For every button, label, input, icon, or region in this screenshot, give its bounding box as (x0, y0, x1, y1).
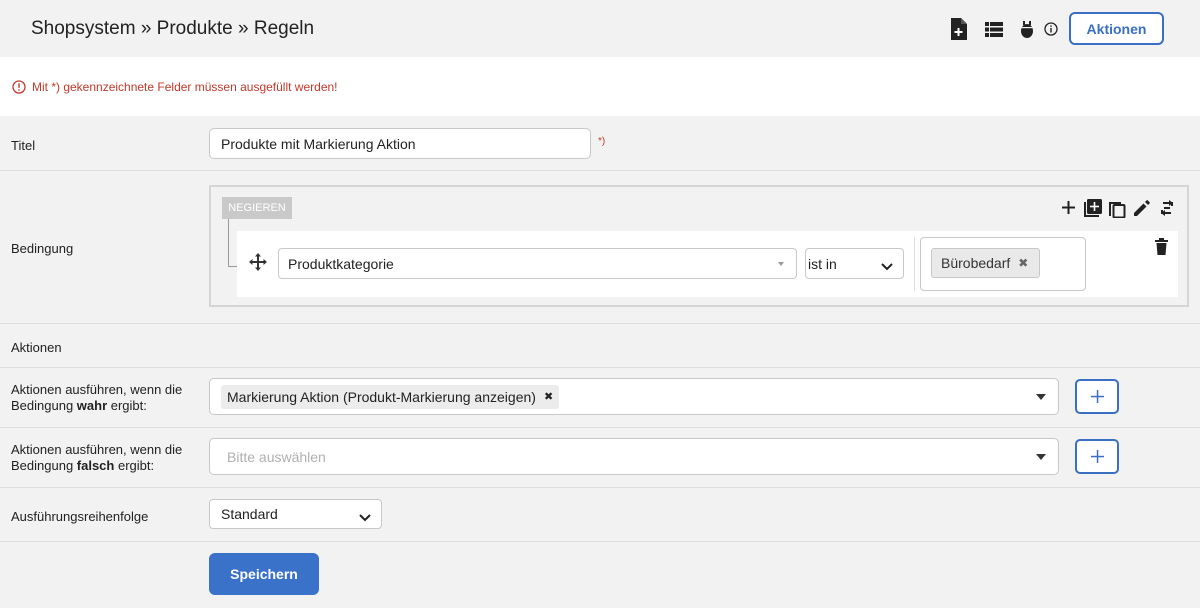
placeholder-text: Bitte auswählen (227, 448, 326, 465)
execution-order-value: Standard (221, 506, 278, 522)
add-false-action-button[interactable] (1075, 439, 1119, 474)
rule-operator-select[interactable]: ist in (805, 248, 904, 279)
swap-icon[interactable] (1159, 200, 1175, 221)
title-input[interactable]: Produkte mit Markierung Aktion (209, 128, 591, 159)
notice-text: Mit *) gekennzeichnete Felder müssen aus… (32, 80, 338, 94)
list-icon[interactable] (985, 22, 1003, 37)
bug-icon[interactable] (1020, 20, 1034, 38)
execution-order-select[interactable]: Standard (209, 499, 382, 529)
page-title: Shopsystem » Produkte » Regeln (31, 18, 315, 39)
negate-toggle[interactable]: NEGIEREN (222, 197, 292, 219)
divider (914, 237, 915, 291)
rule-value-tag: Bürobedarf ✖ (931, 248, 1040, 278)
rule-field-value: Produktkategorie (288, 255, 394, 272)
chip-text: Markierung Aktion (Produkt-Markierung an… (227, 388, 536, 405)
label-bold: falsch (76, 458, 115, 473)
plus-icon (1090, 390, 1104, 403)
false-actions-label: Aktionen ausführen, wenn die Bedingung f… (11, 442, 201, 474)
true-actions-row: Aktionen ausführen, wenn die Bedingung w… (0, 368, 1200, 428)
chevron-down-icon (359, 509, 371, 525)
add-box-icon[interactable] (1084, 199, 1102, 222)
page-header: Shopsystem » Produkte » Regeln Aktionen (0, 0, 1200, 57)
chevron-down-icon (881, 258, 893, 274)
dropdown-arrow-icon (1036, 393, 1046, 400)
plus-icon (1090, 450, 1104, 463)
file-plus-icon[interactable] (950, 18, 967, 40)
move-icon[interactable] (249, 253, 267, 276)
title-label: Titel (11, 138, 36, 153)
rule-operator-value: ist in (808, 255, 837, 272)
save-button[interactable]: Speichern (209, 553, 319, 595)
condition-rule: Produktkategorie ist in Bürobedarf ✖ (237, 231, 1178, 297)
add-true-action-button[interactable] (1075, 379, 1119, 414)
true-actions-select[interactable]: Markierung Aktion (Produkt-Markierung an… (209, 378, 1059, 415)
copy-icon[interactable] (1109, 199, 1126, 223)
plus-icon[interactable] (1062, 201, 1075, 219)
rule-value-input[interactable]: Bürobedarf ✖ (920, 237, 1086, 291)
caret-down-icon (778, 261, 784, 266)
actions-section-heading: Aktionen (11, 340, 62, 355)
info-icon[interactable] (1044, 22, 1058, 36)
remove-tag-icon[interactable]: ✖ (1018, 256, 1028, 270)
actions-button[interactable]: Aktionen (1069, 12, 1164, 45)
condition-label: Bedingung (11, 241, 74, 256)
true-actions-label: Aktionen ausführen, wenn die Bedingung w… (11, 382, 201, 414)
condition-builder: NEGIEREN Produktkategorie ist in Bürobed… (209, 185, 1189, 307)
execution-order-row: Ausführungsreihenfolge Standard (0, 488, 1200, 542)
edit-icon[interactable] (1134, 200, 1150, 221)
required-fields-notice: Mit *) gekennzeichnete Felder müssen aus… (0, 57, 1200, 116)
required-marker: *) (598, 136, 606, 147)
label-bold: wahr (76, 398, 108, 413)
tree-line (228, 219, 229, 266)
execution-order-label: Ausführungsreihenfolge (11, 509, 149, 524)
label-suffix: ergibt: (107, 398, 147, 413)
false-actions-row: Aktionen ausführen, wenn die Bedingung f… (0, 428, 1200, 488)
title-row: Titel Produkte mit Markierung Aktion *) (0, 116, 1200, 171)
true-action-chip: Markierung Aktion (Produkt-Markierung an… (221, 384, 560, 409)
dropdown-arrow-icon (1036, 453, 1046, 460)
remove-chip-icon[interactable]: ✖ (544, 390, 553, 403)
rule-value-text: Bürobedarf (941, 255, 1011, 271)
rule-field-select[interactable]: Produktkategorie (278, 248, 797, 279)
actions-section-row: Aktionen (0, 324, 1200, 368)
false-actions-select[interactable]: Bitte auswählen (209, 438, 1059, 475)
trash-icon[interactable] (1155, 238, 1168, 260)
label-suffix: ergibt: (114, 458, 155, 473)
alert-circle-icon (12, 80, 26, 99)
